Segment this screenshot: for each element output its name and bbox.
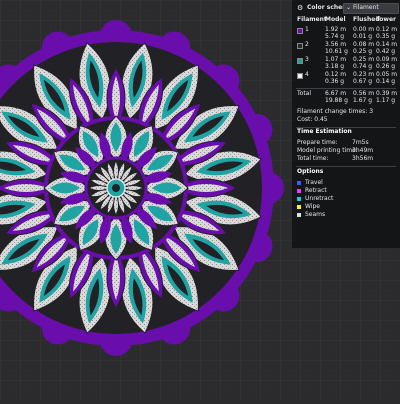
color-scheme-icon[interactable]: ⚙: [297, 4, 303, 12]
option-color-swatch[interactable]: [297, 205, 301, 209]
chevron-down-icon: ⌄: [346, 4, 352, 11]
column-header-tower: Tower: [376, 16, 396, 23]
filament-flushed-weight: 0.74 g: [353, 63, 373, 70]
total-flushed-weight: 1.67 g: [353, 97, 373, 104]
cost: Cost: 0.45: [297, 116, 328, 123]
option-color-swatch[interactable]: [297, 197, 301, 201]
total-label: Total: [297, 90, 312, 97]
option-color-swatch[interactable]: [297, 213, 301, 217]
filament-color-swatch: [297, 73, 303, 79]
filament-color-swatch: [297, 43, 303, 49]
filament-change-times: Filament change times: 3: [297, 108, 374, 115]
color-scheme-value: Filament: [353, 4, 379, 11]
filament-model-weight: 10.61 g: [325, 48, 348, 55]
filament-color-swatch: [297, 58, 303, 64]
options-heading: Options: [297, 168, 324, 175]
filament-flushed-weight: 0.01 g: [353, 33, 373, 40]
filament-tower-weight: 0.35 g: [376, 33, 396, 40]
filament-flushed-weight: 0.25 g: [353, 48, 373, 55]
total-time-value: 3h56m: [352, 155, 374, 162]
filament-color-swatch: [297, 28, 303, 34]
model-printing-time-value: 3h49m: [352, 147, 374, 154]
color-scheme-dropdown[interactable]: ⌄ Filament: [343, 3, 399, 14]
filament-model-weight: 0.36 g: [325, 78, 345, 85]
option-color-swatch[interactable]: [297, 189, 301, 193]
column-header-model: Model: [325, 16, 346, 23]
total-time-label: Total time:: [297, 155, 329, 162]
total-tower-weight: 1.17 g: [376, 97, 396, 104]
filament-tower-weight: 0.14 g: [376, 78, 396, 85]
filament-model-weight: 5.74 g: [325, 33, 345, 40]
model-printing-time-label: Model printing time:: [297, 147, 358, 154]
prepare-time-value: 7m5s: [352, 139, 369, 146]
divider: [296, 88, 396, 89]
time-estimation-heading: Time Estimation: [297, 128, 352, 135]
filament-flushed-weight: 0.67 g: [353, 78, 373, 85]
prepare-time-label: Prepare time:: [297, 139, 338, 146]
filament-tower-weight: 0.26 g: [376, 63, 396, 70]
option-travel[interactable]: Travel: [305, 179, 323, 187]
option-retract[interactable]: Retract: [305, 187, 327, 195]
filament-tower-weight: 0.42 g: [376, 48, 396, 55]
divider: [296, 166, 396, 167]
option-unretract[interactable]: Unretract: [305, 195, 333, 203]
legend-panel: ⚙ Color scheme ⌄ Filament Filament Model F…: [292, 0, 400, 248]
option-color-swatch[interactable]: [297, 181, 301, 185]
filament-model-weight: 3.18 g: [325, 63, 345, 70]
option-wipe[interactable]: Wipe: [305, 203, 320, 211]
filament-id: 3: [305, 56, 309, 63]
total-model-weight: 19.88 g: [325, 97, 348, 104]
option-seams[interactable]: Seams: [305, 211, 325, 219]
filament-id: 2: [305, 41, 309, 48]
mandala-center-dot: [112, 184, 120, 192]
filament-id: 1: [305, 26, 309, 33]
filament-id: 4: [305, 71, 309, 78]
column-header-filament: Filament: [297, 16, 327, 23]
